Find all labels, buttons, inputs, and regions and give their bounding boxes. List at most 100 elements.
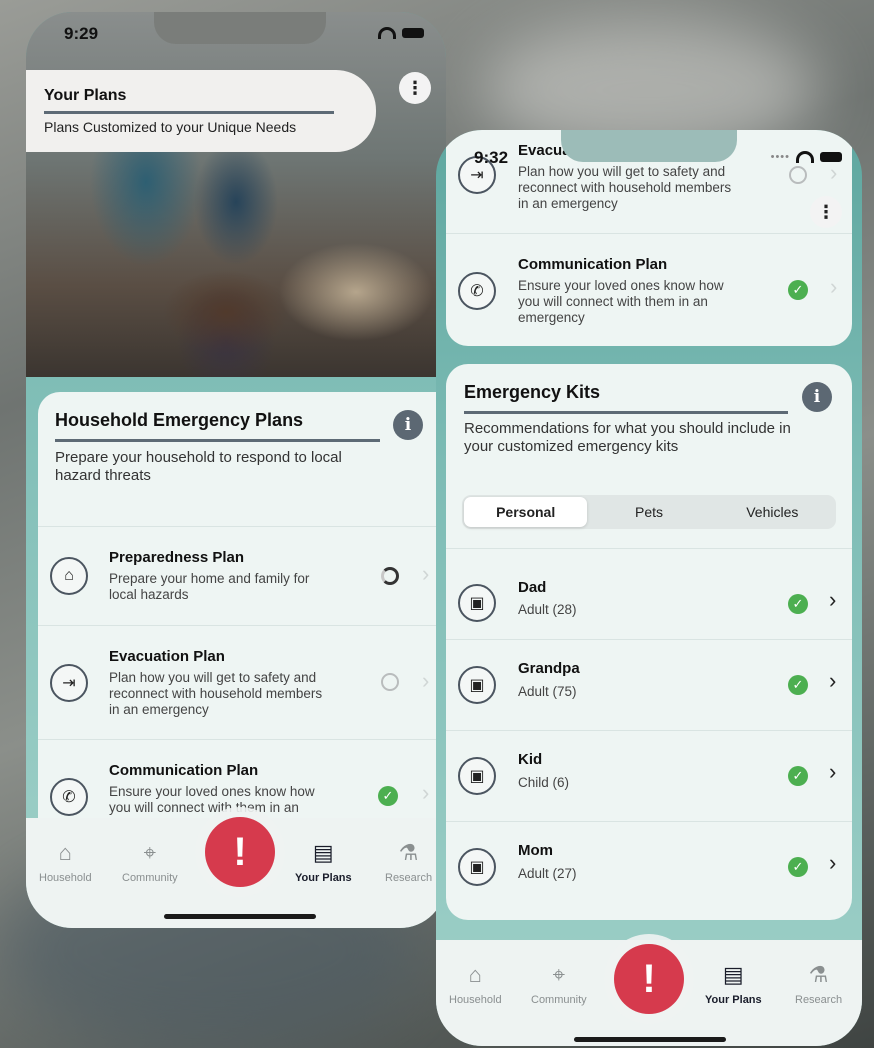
plan-row-preparedness[interactable]: ⌂ Preparedness Plan Prepare your home an… xyxy=(38,526,446,626)
tab-community[interactable]: ⌖ Community xyxy=(122,840,178,884)
backpack-icon: ▣ xyxy=(458,666,496,704)
kit-row[interactable]: ▣ Dad Adult (28) ✓ › xyxy=(446,548,852,639)
chevron-right-icon: › xyxy=(829,850,837,875)
more-options-icon[interactable]: ⋮ xyxy=(810,196,842,228)
home-icon: ⌂ xyxy=(50,557,88,595)
clipboard-icon: ▤ xyxy=(722,962,744,987)
status-icons: •••• xyxy=(771,151,842,163)
wifi-icon xyxy=(378,27,396,39)
battery-icon xyxy=(402,28,424,38)
notch xyxy=(561,130,737,162)
kit-detail: Adult (75) xyxy=(518,684,577,699)
chevron-right-icon: › xyxy=(422,780,430,805)
tab-label: Your Plans xyxy=(295,872,352,884)
check-icon: ✓ xyxy=(788,280,808,300)
kit-row[interactable]: ▣ Kid Child (6) ✓ › xyxy=(446,730,852,821)
kit-type-segmented-control: Personal Pets Vehicles xyxy=(462,495,836,529)
card-description: Prepare your household to respond to loc… xyxy=(55,449,342,484)
tab-label: Community xyxy=(122,872,178,884)
flask-icon: ⚗ xyxy=(398,840,419,865)
plan-desc: Plan how you will get to safety and reco… xyxy=(518,164,732,211)
backpack-icon: ▣ xyxy=(458,848,496,886)
card-header: Emergency Kits xyxy=(464,382,788,414)
not-started-icon xyxy=(381,673,399,691)
more-options-icon[interactable]: ⋮ xyxy=(399,72,431,104)
tab-research[interactable]: ⚗ Research xyxy=(385,840,432,884)
chevron-right-icon: › xyxy=(829,759,837,784)
household-plans-card: Household Emergency Plans i Prepare your… xyxy=(38,392,446,852)
plan-desc: Prepare your home and family for local h… xyxy=(109,571,310,602)
tab-your-plans[interactable]: ▤ Your Plans xyxy=(295,840,352,884)
kit-detail: Child (6) xyxy=(518,775,570,790)
card-title: Household Emergency Plans xyxy=(55,410,304,430)
emergency-kits-card: Emergency Kits i Recommendations for wha… xyxy=(446,364,852,920)
left-phone-screen: 9:29 Your Plans Plans Customized to your… xyxy=(26,12,446,928)
card-title: Emergency Kits xyxy=(464,382,601,402)
segment-pets[interactable]: Pets xyxy=(587,497,710,527)
notch xyxy=(154,12,326,44)
map-pin-icon: ⌖ xyxy=(552,962,565,987)
tab-household[interactable]: ⌂ Household xyxy=(39,840,92,884)
tab-label: Research xyxy=(795,994,843,1006)
status-icons xyxy=(378,27,424,39)
card-header: Household Emergency Plans xyxy=(55,410,380,442)
right-phone-screen: ⇥ Evacuation Plan Plan how you will get … xyxy=(436,130,862,1046)
map-pin-icon: ⌖ xyxy=(143,840,156,865)
status-time: 9:29 xyxy=(64,24,99,43)
home-indicator xyxy=(574,1037,726,1042)
tab-label: Your Plans xyxy=(705,994,762,1006)
flask-icon: ⚗ xyxy=(808,962,829,987)
plan-row-communication[interactable]: ✆ Communication Plan Ensure your loved o… xyxy=(446,233,852,346)
emergency-alert-button[interactable]: ! xyxy=(205,817,275,887)
evacuation-icon: ⇥ xyxy=(50,664,88,702)
tab-label: Research xyxy=(385,872,433,884)
family-planning-photo xyxy=(26,12,446,377)
home-indicator xyxy=(164,914,316,919)
tab-community[interactable]: ⌖ Community xyxy=(531,962,587,1006)
check-icon: ✓ xyxy=(788,594,808,614)
page-title: Your Plans xyxy=(44,87,127,104)
house-icon: ⌂ xyxy=(468,962,482,987)
chevron-right-icon: › xyxy=(422,561,430,586)
in-progress-icon xyxy=(381,567,399,585)
signal-icon: •••• xyxy=(770,151,790,163)
plan-title: Communication Plan xyxy=(518,256,668,273)
kit-row[interactable]: ▣ Mom Adult (27) ✓ › xyxy=(446,821,852,920)
chevron-right-icon: › xyxy=(830,274,838,299)
tab-label: Household xyxy=(39,872,92,884)
kit-name: Kid xyxy=(518,751,543,768)
tab-household[interactable]: ⌂ Household xyxy=(449,962,502,1006)
card-description: Recommendations for what you should incl… xyxy=(464,420,791,455)
status-time: 9:32 xyxy=(474,148,509,167)
kit-detail: Adult (28) xyxy=(518,602,577,617)
plan-title: Evacuation Plan xyxy=(109,648,225,665)
card-title-underline xyxy=(55,439,380,442)
segment-personal[interactable]: Personal xyxy=(464,497,588,527)
phone-icon: ✆ xyxy=(458,272,496,310)
plan-desc: Plan how you will get to safety and reco… xyxy=(109,670,323,717)
clipboard-icon: ▤ xyxy=(312,840,334,865)
chevron-right-icon: › xyxy=(422,668,430,693)
chevron-right-icon: › xyxy=(829,668,837,693)
check-icon: ✓ xyxy=(378,786,398,806)
check-icon: ✓ xyxy=(788,675,808,695)
kit-name: Mom xyxy=(518,842,553,859)
tab-your-plans[interactable]: ▤ Your Plans xyxy=(705,962,762,1006)
chevron-right-icon: › xyxy=(830,160,838,185)
backpack-icon: ▣ xyxy=(458,757,496,795)
kit-row[interactable]: ▣ Grandpa Adult (75) ✓ › xyxy=(446,639,852,730)
house-icon: ⌂ xyxy=(58,840,72,865)
check-icon: ✓ xyxy=(788,857,808,877)
info-icon[interactable]: i xyxy=(802,382,832,412)
plan-desc: Ensure your loved ones know how you will… xyxy=(518,278,724,325)
chevron-right-icon: › xyxy=(829,587,837,612)
tab-research[interactable]: ⚗ Research xyxy=(795,962,842,1006)
plan-row-evacuation[interactable]: ⇥ Evacuation Plan Plan how you will get … xyxy=(38,625,446,740)
segment-vehicles[interactable]: Vehicles xyxy=(711,497,834,527)
emergency-alert-button[interactable]: ! xyxy=(614,944,684,1014)
page-subtitle: Plans Customized to your Unique Needs xyxy=(44,119,297,135)
check-icon: ✓ xyxy=(788,766,808,786)
info-icon[interactable]: i xyxy=(393,410,423,440)
battery-icon xyxy=(820,152,842,162)
plan-title: Communication Plan xyxy=(109,762,259,779)
